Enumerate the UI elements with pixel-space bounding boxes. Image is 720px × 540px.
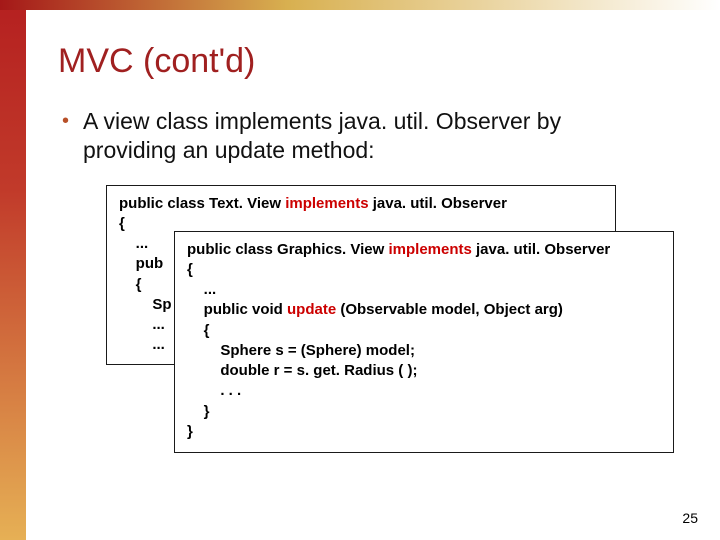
code-line: Sp: [119, 296, 172, 313]
code-line: ...: [187, 281, 216, 298]
code-line: public class Text. View: [119, 195, 285, 212]
code-line: {: [187, 322, 210, 339]
code-line: java. util. Observer: [369, 195, 507, 212]
bullet-item: • A view class implements java. util. Ob…: [62, 107, 698, 165]
code-box-graphicsview: public class Graphics. View implements j…: [174, 231, 674, 454]
bullet-text: A view class implements java. util. Obse…: [83, 107, 643, 165]
code-line: ...: [119, 235, 148, 252]
code-line: public class Graphics. View: [187, 241, 388, 258]
code-keyword: implements: [388, 241, 471, 258]
code-line: double r = s. get. Radius ( );: [187, 362, 417, 379]
slide-content: MVC (cont'd) • A view class implements j…: [58, 42, 698, 465]
slide-left-accent: [0, 0, 26, 540]
code-line: ...: [119, 336, 165, 353]
code-line: {: [187, 261, 193, 278]
code-line: ...: [119, 316, 165, 333]
code-line: }: [187, 423, 193, 440]
code-keyword: update: [287, 301, 336, 318]
code-line: {: [119, 215, 125, 232]
code-line: (Observable model, Object arg): [336, 301, 563, 318]
code-keyword: implements: [285, 195, 368, 212]
slide-title: MVC (cont'd): [58, 42, 698, 81]
code-line: public void: [187, 301, 287, 318]
page-number: 25: [682, 510, 698, 526]
code-line: . . .: [187, 382, 241, 399]
code-line: Sphere s = (Sphere) model;: [187, 342, 415, 359]
code-line: {: [119, 276, 142, 293]
code-area: public class Text. View implements java.…: [106, 185, 698, 465]
bullet-marker: •: [62, 107, 69, 135]
code-line: }: [187, 403, 210, 420]
code-line: pub: [119, 255, 163, 272]
code-line: java. util. Observer: [472, 241, 610, 258]
slide-top-accent: [0, 0, 720, 10]
